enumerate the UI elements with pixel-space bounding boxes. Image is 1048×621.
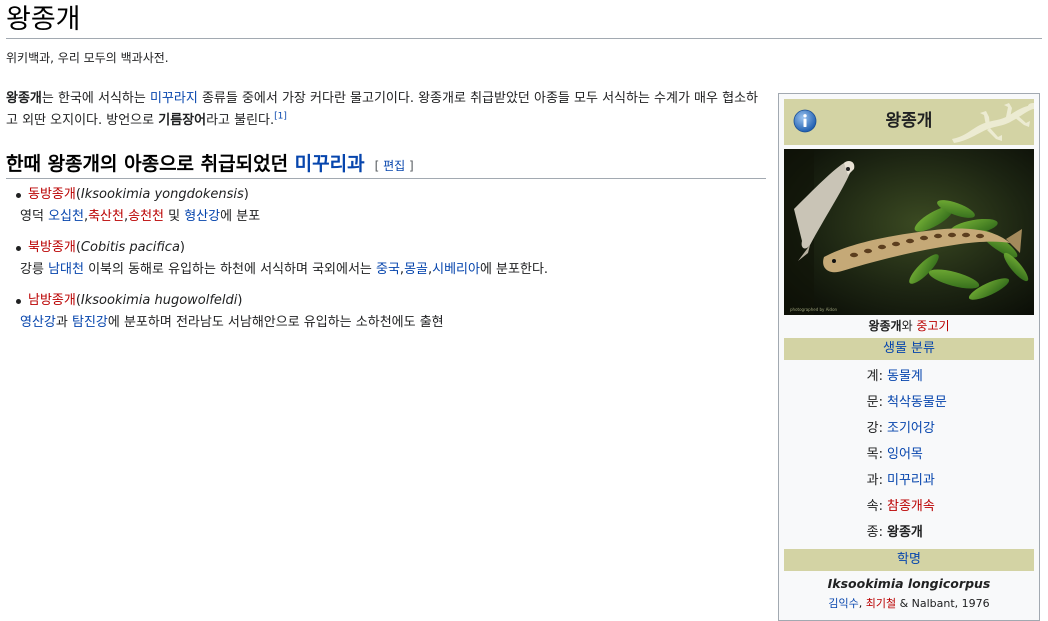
desc-text: 영덕 [20,209,49,224]
site-tagline: 위키백과, 우리 모두의 백과사전. [6,51,169,65]
rank-label: 계: [866,369,883,384]
fish-photo[interactable]: photographed by Aidon [784,149,1034,315]
paren: ) [237,293,243,308]
desc-text: 에 분포하며 전라남도 서남해안으로 유입하는 소하천에도 출현 [107,315,444,330]
taxonomy-band-link[interactable]: 생물 분류 [784,338,1034,360]
rank-label: 강: [866,421,883,436]
rank-value-link[interactable]: 잉어목 [883,442,923,468]
image-caption: 왕종개와 중고기 [784,318,1034,334]
section-heading-link[interactable]: 미꾸리과 [295,153,365,175]
taxonomy-row: 과: 미꾸리과 [784,468,1034,494]
rank-value-link[interactable]: 참종개속 [883,494,935,520]
country-link[interactable]: 몽골 [404,262,428,277]
desc-text: 에 분포 [220,209,261,224]
edit-section: [ 편집 ] [375,159,414,173]
intro-bold-title: 왕종개 [6,91,42,106]
infobox-title: 왕종개 [885,111,933,131]
paren: ) [243,187,249,202]
intro-text: 라고 불린다. [206,113,275,128]
desc-text: 강릉 [20,262,49,277]
rank-value-link[interactable]: 동물계 [883,364,923,390]
intro-bold-dialect: 기름장어 [158,113,207,128]
paren: ) [179,240,185,255]
rank-value-link[interactable]: 미꾸리과 [883,468,935,494]
rank-label: 속: [866,499,883,514]
section-divider [6,178,766,179]
bullet-icon [16,193,21,198]
country-link[interactable]: 중국 [376,262,400,277]
river-link[interactable]: 축산천 [88,209,124,224]
scientific-name: Cobitis pacifica [80,240,180,255]
section-heading: 한때 왕종개의 아종으로 취급되었던 미꾸리과 [ 편집 ] [6,150,764,180]
taxonomy-row: 계: 동물계 [784,364,1034,390]
bullet-icon [16,246,21,251]
infobox: 왕종개 photographed by Aidon 왕종개와 중고기 생물 분류… [778,93,1040,621]
taxonomy-row: 강: 조기어강 [784,416,1034,442]
desc-text: 에 분포한다. [479,262,549,277]
river-link[interactable]: 탐진강 [72,315,108,330]
infobox-header: 왕종개 [784,99,1034,145]
desc-text: 및 [164,209,185,224]
list-item: 북방종개(Cobitis pacifica) 강릉 남대천 이북의 동해로 유입… [14,237,764,281]
separator: , [858,597,866,610]
edit-bracket-close: ] [405,159,414,173]
edit-section-link[interactable]: 편집 [383,159,405,173]
author-link[interactable]: 최기철 [866,597,896,610]
taxonomy-row: 종: 왕종개 [784,520,1034,546]
rank-label: 과: [866,473,883,488]
scientific-name: Iksookimia yongdokensis [80,187,244,202]
desc-text: 이북의 동해로 유입하는 하천에 서식하며 국외에서는 [83,262,376,277]
river-link[interactable]: 송천천 [128,209,164,224]
species-link[interactable]: 동방종개 [28,187,76,202]
taxonomy-row: 속: 참종개속 [784,494,1034,520]
rank-label: 문: [866,395,883,410]
river-link[interactable]: 오십천 [48,209,84,224]
species-link[interactable]: 북방종개 [28,240,76,255]
rank-value-link[interactable]: 척삭동물문 [883,390,947,416]
rank-value-current: 왕종개 [887,525,923,540]
caption-bold: 왕종개 [868,319,902,333]
caption-link[interactable]: 중고기 [916,319,949,333]
list-item: 동방종개(Iksookimia yongdokensis) 영덕 오십천,축산천… [14,184,764,228]
intro-paragraph: 왕종개는 한국에 서식하는 미꾸라지 종류들 중에서 가장 커다란 물고기이다.… [6,88,766,132]
authority-text: & Nalbant, 1976 [896,597,990,610]
desc-text: 과 [55,315,72,330]
scientific-name: Iksookimia hugowolfeldi [80,293,238,308]
intro-link-misgurnus[interactable]: 미꾸라지 [150,91,198,106]
page-title: 왕종개 [6,4,81,35]
photo-credit: photographed by Aidon [790,307,838,312]
rank-label: 종: [866,525,883,540]
country-link[interactable]: 시베리아 [432,262,480,277]
taxonomy-row: 문: 척삭동물문 [784,390,1034,416]
taxonomy-row: 목: 잉어목 [784,442,1034,468]
author-link[interactable]: 김익수 [828,597,858,610]
list-item: 남방종개(Iksookimia hugowolfeldi) 영산강과 탐진강에 … [14,290,764,334]
river-link[interactable]: 영산강 [20,315,56,330]
binomial-name: Iksookimia longicorpus [827,576,991,591]
section-heading-text: 한때 왕종개의 아종으로 취급되었던 [6,153,295,175]
intro-text: 는 한국에 서식하는 [41,91,150,106]
binomial-band-link[interactable]: 학명 [784,549,1034,571]
reference-link[interactable]: [1] [274,112,287,122]
edit-bracket-open: [ [374,159,384,173]
species-list: 동방종개(Iksookimia yongdokensis) 영덕 오십천,축산천… [14,184,764,343]
rank-label: 목: [866,447,883,462]
river-link[interactable]: 남대천 [48,262,84,277]
bullet-icon [16,299,21,304]
title-divider [6,38,1042,39]
caption-text: 와 [901,319,917,333]
taxonomy-table: 계: 동물계 문: 척삭동물문 강: 조기어강 목: 잉어목 과: 미꾸리과 속: 참종개속… [784,364,1034,546]
river-link[interactable]: 형산강 [184,209,220,224]
binomial-authority: 김익수, 최기철 & Nalbant, 1976 [784,596,1034,612]
species-link[interactable]: 남방종개 [28,293,76,308]
rank-value-link[interactable]: 조기어강 [883,416,935,442]
